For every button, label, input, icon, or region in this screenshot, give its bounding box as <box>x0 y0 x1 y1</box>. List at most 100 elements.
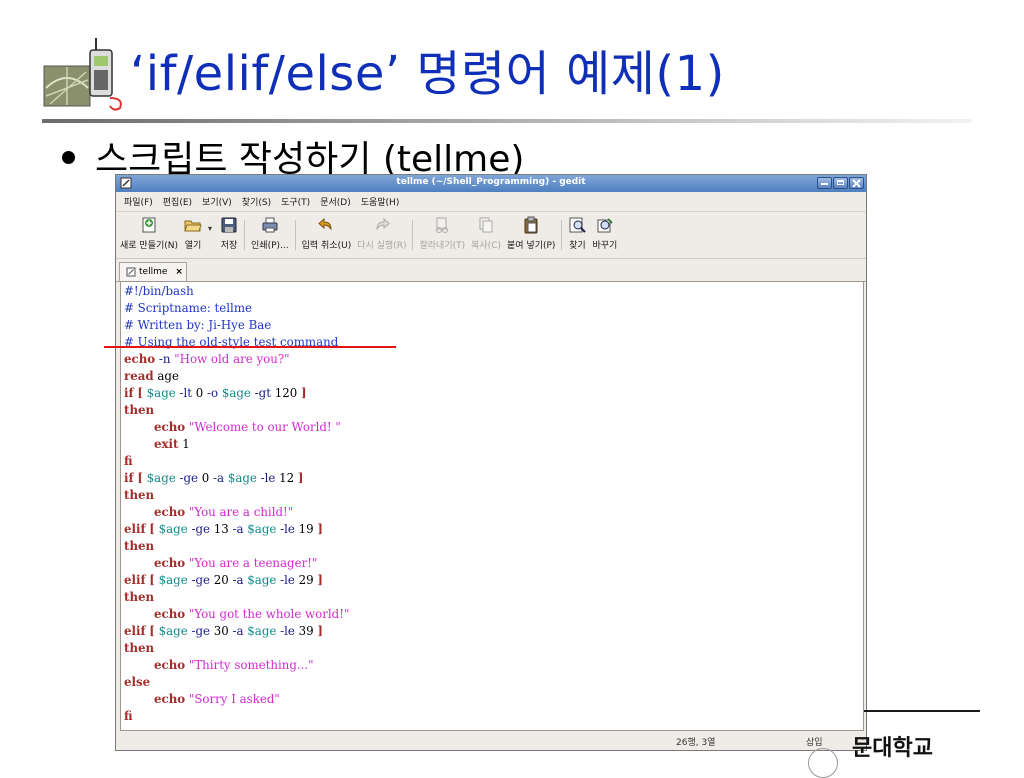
menu-edit[interactable]: 편집(E) <box>163 195 192 208</box>
menu-help[interactable]: 도움말(H) <box>361 195 400 208</box>
code-token: $age <box>221 386 251 400</box>
minimize-icon <box>821 183 828 185</box>
code-token: -ge <box>175 471 202 485</box>
redo-button[interactable]: 다시 실행(R) <box>357 216 406 251</box>
code-token: fi <box>124 709 133 723</box>
menu-file[interactable]: 파일(F) <box>124 195 153 208</box>
code-line[interactable]: then <box>124 402 863 419</box>
save-button[interactable]: 저장 <box>220 216 238 251</box>
print-button[interactable]: 인쇄(P)... <box>251 216 289 251</box>
code-line[interactable]: # Scriptname: tellme <box>124 300 863 317</box>
code-line[interactable]: echo "You got the whole world!" <box>124 606 863 623</box>
highlight-underline <box>104 346 396 348</box>
code-token: 20 <box>213 573 229 587</box>
copy-icon <box>479 217 493 233</box>
code-token: exit <box>154 437 179 451</box>
code-line[interactable]: # Using the old-style test command <box>124 334 863 351</box>
code-line[interactable]: else <box>124 674 863 691</box>
code-token: 19 <box>298 522 318 536</box>
maximize-button[interactable] <box>833 177 848 189</box>
tab-tellme[interactable]: tellme × <box>119 262 187 281</box>
close-tab-icon[interactable]: × <box>175 267 183 277</box>
code-token: # Scriptname: tellme <box>124 301 252 315</box>
menu-view[interactable]: 보기(V) <box>202 195 232 208</box>
menu-search[interactable]: 찾기(S) <box>242 195 271 208</box>
code-line[interactable]: echo "Welcome to our World! " <box>124 419 863 436</box>
redo-label: 다시 실행(R) <box>357 241 407 251</box>
code-text[interactable]: #!/bin/bash # Scriptname: tellme # Written… <box>121 282 863 725</box>
close-icon <box>852 179 861 188</box>
code-line[interactable]: echo -n "How old are you?" <box>124 351 863 368</box>
code-line[interactable]: read age <box>124 368 863 385</box>
code-line[interactable]: elif [ $age -ge 13 -a $age -le 19 ] <box>124 521 863 538</box>
code-line[interactable]: elif [ $age -ge 20 -a $age -le 29 ] <box>124 572 863 589</box>
code-line[interactable]: then <box>124 487 863 504</box>
open-label: 열기 <box>184 241 202 251</box>
code-token: then <box>124 590 155 604</box>
code-token: -o <box>203 386 222 400</box>
code-line[interactable]: if [ $age -ge 0 -a $age -le 12 ] <box>124 470 863 487</box>
code-editor[interactable]: #!/bin/bash # Scriptname: tellme # Written… <box>120 281 864 731</box>
code-token: # Written by: Ji-Hye Bae <box>124 318 272 332</box>
code-line[interactable]: # Written by: Ji-Hye Bae <box>124 317 863 334</box>
new-button[interactable]: 새로 만들기(N) <box>120 216 178 251</box>
code-token: -n <box>155 352 175 366</box>
code-line[interactable]: echo "You are a child!" <box>124 504 863 521</box>
code-token: -a <box>228 522 248 536</box>
toolbar-separator <box>412 220 414 250</box>
print-label: 인쇄(P)... <box>251 241 289 251</box>
code-line[interactable]: fi <box>124 708 863 725</box>
code-line[interactable]: echo "Sorry I asked" <box>124 691 863 708</box>
code-token: $age <box>158 573 188 587</box>
code-token: else <box>124 675 151 689</box>
code-token: elif <box>124 522 146 536</box>
menu-bar: 파일(F) 편집(E) 보기(V) 찾기(S) 도구(T) 문서(D) 도움말(… <box>116 192 866 212</box>
code-token: -le <box>256 471 280 485</box>
code-line[interactable]: echo "Thirty something..." <box>124 657 863 674</box>
menu-documents[interactable]: 문서(D) <box>320 195 351 208</box>
minimize-button[interactable] <box>817 177 832 189</box>
window-titlebar[interactable]: tellme (~/Shell_Programming) - gedit <box>116 175 866 192</box>
status-bar: 26행, 3열 삽입 ⋰ <box>116 730 866 750</box>
toolbar-separator <box>294 220 296 250</box>
code-line[interactable]: then <box>124 589 863 606</box>
copy-label: 복사(C) <box>471 241 501 251</box>
code-line[interactable]: if [ $age -lt 0 -o $age -gt 120 ] <box>124 385 863 402</box>
code-token: -a <box>209 471 228 485</box>
code-line[interactable]: exit 1 <box>124 436 863 453</box>
paste-button[interactable]: 붙여 넣기(P) <box>507 216 555 251</box>
cut-button[interactable]: 잘라내기(T) <box>419 216 465 251</box>
code-token: $age <box>247 624 277 638</box>
code-line[interactable]: #!/bin/bash <box>124 283 863 300</box>
code-token: $age <box>146 471 176 485</box>
open-button[interactable]: 열기 ▾ <box>184 216 212 251</box>
folder-open-icon <box>184 220 202 232</box>
code-token: $age <box>146 386 176 400</box>
code-token: ] <box>317 522 323 536</box>
maximize-icon <box>837 180 844 185</box>
replace-button[interactable]: 바꾸기 <box>592 216 617 251</box>
undo-button[interactable]: 입력 취소(U) <box>302 216 351 251</box>
code-line[interactable]: elif [ $age -ge 30 -a $age -le 39 ] <box>124 623 863 640</box>
code-line[interactable]: then <box>124 538 863 555</box>
code-token: echo <box>154 505 186 519</box>
code-token: if <box>124 386 134 400</box>
menu-tools[interactable]: 도구(T) <box>281 195 310 208</box>
paste-icon <box>524 216 538 234</box>
copy-button[interactable]: 복사(C) <box>471 216 501 251</box>
phone-globe-icon <box>43 38 122 111</box>
code-token: 12 <box>279 471 298 485</box>
replace-icon <box>597 218 613 233</box>
university-rule <box>864 710 980 712</box>
insert-mode: 삽입 <box>806 738 823 748</box>
close-window-button[interactable] <box>849 177 864 189</box>
code-line[interactable]: echo "You are a teenager!" <box>124 555 863 572</box>
find-button[interactable]: 찾기 <box>568 216 587 251</box>
chevron-down-icon[interactable]: ▾ <box>208 224 212 233</box>
code-line[interactable]: fi <box>124 453 863 470</box>
code-line[interactable]: then <box>124 640 863 657</box>
